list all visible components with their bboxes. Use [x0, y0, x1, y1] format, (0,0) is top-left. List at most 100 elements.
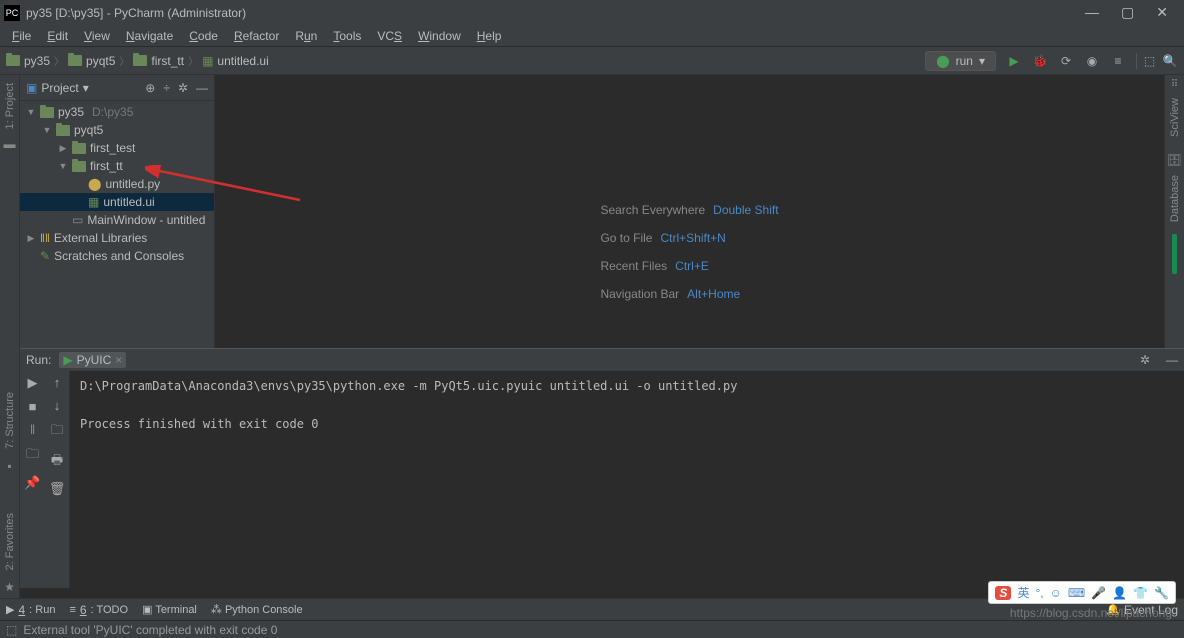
tab-todo[interactable]: ≡ 6: TODO — [69, 603, 128, 617]
run-tab-pyuic[interactable]: ▶PyUIC× — [59, 352, 126, 368]
tree-arrow[interactable]: ▼ — [26, 107, 36, 117]
tree-row[interactable]: ✎Scratches and Consoles — [20, 247, 214, 265]
tree-arrow[interactable]: ▶ — [58, 143, 68, 154]
tab-run[interactable]: ▶ 4: Run — [6, 603, 55, 617]
ime-punct[interactable]: °, — [1035, 586, 1043, 600]
ime-skin-icon[interactable]: 👕 — [1133, 586, 1148, 600]
ime-person-icon[interactable]: 👤 — [1112, 586, 1127, 600]
status-icon[interactable]: ⬚ — [6, 623, 17, 637]
rerun-button[interactable]: ▶ — [28, 375, 38, 391]
menu-refactor[interactable]: Refactor — [228, 27, 285, 45]
tab-terminal[interactable]: ▣ Terminal — [142, 603, 197, 616]
collapse-icon[interactable]: ÷ — [163, 81, 170, 95]
crumb-file[interactable]: ▦untitled.ui — [202, 54, 269, 68]
rail-database[interactable]: Database — [1169, 171, 1181, 226]
debug-button[interactable]: 🐞 — [1032, 53, 1048, 69]
pin-button[interactable]: 📌 — [24, 475, 40, 491]
rail-favorites[interactable]: 2: Favorites — [4, 509, 16, 574]
minimize-button[interactable]: — — [1085, 4, 1099, 21]
rail-icon[interactable]: ▬ — [4, 137, 16, 151]
tree-arrow[interactable]: ▼ — [58, 161, 68, 171]
down-button[interactable]: ↓ — [54, 398, 61, 413]
folder-icon — [133, 55, 147, 66]
menu-view[interactable]: View — [78, 27, 116, 45]
rail-project[interactable]: 1: Project — [4, 79, 16, 133]
pause-button[interactable]: ‖ — [30, 422, 35, 437]
gear-icon[interactable]: ✲ — [1140, 353, 1150, 367]
menu-navigate[interactable]: Navigate — [120, 27, 179, 45]
watermark: https://blog.csdn.net/lipachong — [1010, 606, 1172, 620]
tree-arrow[interactable]: ▶ — [26, 233, 36, 244]
hide-icon[interactable]: — — [1166, 353, 1178, 367]
tree-row[interactable]: ▦untitled.ui — [20, 193, 214, 211]
tree-row[interactable]: ▼ py35 D:\py35 — [20, 103, 214, 121]
locate-icon[interactable]: ⊕ — [145, 81, 155, 95]
up-button[interactable]: ↑ — [54, 375, 61, 390]
coverage-button[interactable]: ⟳ — [1058, 53, 1074, 69]
wrap-button[interactable]: 🗀 — [50, 421, 63, 443]
close-button[interactable]: ✕ — [1156, 4, 1168, 21]
menu-code[interactable]: Code — [183, 27, 224, 45]
run-config-selector[interactable]: ⬤ run ▾ — [925, 51, 996, 71]
sogou-icon: S — [995, 586, 1011, 600]
ime-tool-icon[interactable]: 🔧 — [1154, 586, 1169, 600]
ime-lang[interactable]: 英 — [1017, 584, 1029, 601]
stop-button[interactable]: ≡ — [1110, 53, 1126, 69]
welcome-row: Navigation Bar Alt+Home — [600, 287, 778, 301]
settings-icon[interactable]: ✲ — [178, 81, 188, 95]
tree-row[interactable]: ▶first_test — [20, 139, 214, 157]
search-button[interactable]: 🔍 — [1162, 53, 1178, 69]
print-button[interactable]: 🖶 — [51, 451, 63, 473]
run-button[interactable]: ▶ — [1006, 53, 1022, 69]
menubar: File Edit View Navigate Code Refactor Ru… — [0, 25, 1184, 47]
hint-shortcut: Ctrl+Shift+N — [660, 231, 725, 245]
tree-row[interactable]: ⬤untitled.py — [20, 175, 214, 193]
profile-button[interactable]: ◉ — [1084, 53, 1100, 69]
crumb-py35[interactable]: py35 — [6, 54, 50, 68]
tree-label: first_tt — [90, 159, 123, 173]
tree-label: py35 — [58, 105, 84, 119]
close-icon[interactable]: × — [115, 353, 122, 367]
tree-row[interactable]: ▼pyqt5 — [20, 121, 214, 139]
ime-keyboard-icon[interactable]: ⌨ — [1068, 586, 1085, 600]
tree-arrow[interactable]: ▼ — [42, 125, 52, 135]
menu-edit[interactable]: Edit — [41, 27, 74, 45]
tree-row[interactable]: ▶‖‖External Libraries — [20, 229, 214, 247]
menu-run[interactable]: Run — [289, 27, 323, 45]
menu-tools[interactable]: Tools — [327, 27, 367, 45]
tree-row[interactable]: ▼ first_tt — [20, 157, 214, 175]
python-file-icon: ⬤ — [88, 177, 101, 191]
grip-icon[interactable]: ⠿ — [1171, 79, 1178, 90]
tab-python-console[interactable]: ⁂ Python Console — [211, 603, 303, 616]
more-button[interactable]: ⬚ — [1136, 53, 1152, 69]
tree-suffix: D:\py35 — [92, 105, 133, 119]
ime-mic-icon[interactable]: 🎤 — [1091, 586, 1106, 600]
menu-file[interactable]: File — [6, 27, 37, 45]
ime-emoji[interactable]: ☺ — [1050, 586, 1062, 600]
rail-icon: ▪ — [7, 459, 11, 473]
ime-bar[interactable]: S 英 °, ☺ ⌨ 🎤 👤 👕 🔧 — [988, 581, 1176, 604]
tree-row[interactable]: ▭MainWindow - untitled — [20, 211, 214, 229]
menu-vcs[interactable]: VCS — [371, 27, 408, 45]
rail-sciview[interactable]: SciView — [1169, 94, 1181, 141]
app-icon: PC — [4, 5, 20, 21]
crumb-pyqt5[interactable]: pyqt5 — [68, 54, 115, 68]
maximize-button[interactable]: ▢ — [1121, 4, 1134, 21]
console-output[interactable]: D:\ProgramData\Anaconda3\envs\py35\pytho… — [70, 371, 1184, 588]
project-title[interactable]: ▣Project ▾ — [26, 81, 137, 95]
hint-label: Search Everywhere — [600, 203, 705, 217]
menu-window[interactable]: Window — [412, 27, 467, 45]
hide-icon[interactable]: — — [196, 81, 208, 95]
menu-help[interactable]: Help — [471, 27, 508, 45]
right-tool-rail: ⠿ SciView 🗄 Database — [1164, 75, 1184, 348]
layout-button[interactable]: 🗀 — [26, 445, 39, 467]
run-tools-secondary: ↑ ↓ 🗀 🖶 🗑 — [45, 371, 70, 588]
rail-db-icon[interactable]: 🗄 — [1167, 153, 1182, 167]
stop-button[interactable]: ■ — [29, 399, 37, 414]
project-tree[interactable]: ▼ py35 D:\py35 ▼pyqt5▶first_test ▼ first_tt ⬤u… — [20, 101, 214, 348]
scrollbar-indicator — [1172, 234, 1177, 274]
chevron-down-icon: ▾ — [979, 54, 985, 68]
trash-button[interactable]: 🗑 — [49, 481, 66, 497]
crumb-first-tt[interactable]: first_tt — [133, 54, 184, 68]
rail-structure[interactable]: 7: Structure — [4, 388, 16, 453]
